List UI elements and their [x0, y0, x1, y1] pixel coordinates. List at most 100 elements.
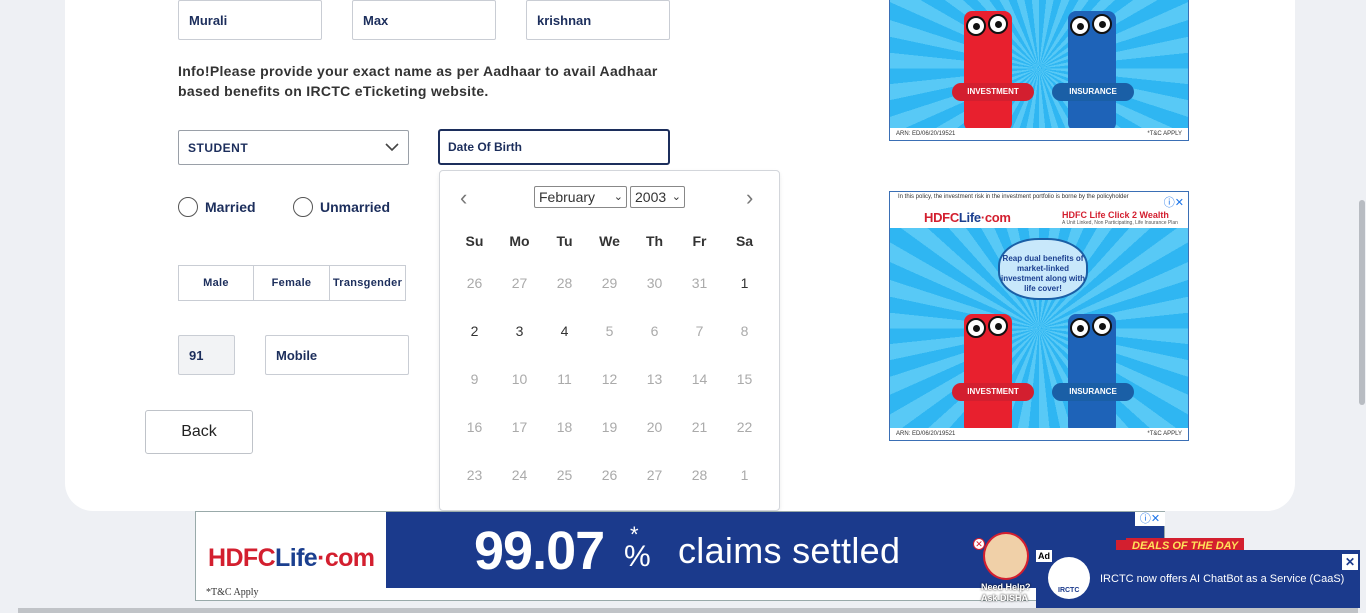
hdfc-side-ad-top[interactable]: INVESTMENT INSURANCE ARN: ED/06/20/19521…	[889, 0, 1189, 141]
weekday: We	[599, 233, 620, 249]
gender-toggle-group: Male Female Transgender	[178, 265, 406, 301]
day-cell: 26	[466, 275, 483, 291]
mascot-eye	[966, 16, 986, 36]
product-subtitle: A Unit Linked, Non Participating, Life I…	[1062, 220, 1178, 226]
hdfc-life-logo: HDFCLife·com	[924, 210, 1011, 225]
investment-pill: INVESTMENT	[952, 383, 1034, 401]
day-cell: 1	[740, 467, 749, 483]
mascot-eye	[966, 318, 986, 338]
weekday-header: Su Mo Tu We Th Fr Sa	[452, 233, 767, 249]
ad-tc: *T&C APPLY	[1147, 131, 1182, 137]
percent-sign: %	[624, 540, 651, 573]
day-cell: 14	[691, 371, 708, 387]
logo-part: ·com	[980, 210, 1011, 225]
adchoices-icon[interactable]: ⓘ✕	[1135, 512, 1165, 526]
day-cell: 17	[511, 419, 528, 435]
month-select[interactable]: February ⌄	[534, 186, 627, 208]
aadhaar-info-text: Info!Please provide your exact name as p…	[178, 63, 658, 99]
insurance-pill: INSURANCE	[1052, 383, 1134, 401]
weekday: Mo	[509, 233, 530, 249]
irctc-ad-message: IRCTC now offers AI ChatBot as a Service…	[1100, 573, 1345, 585]
day-cell[interactable]: 3	[497, 319, 542, 367]
radio-circle[interactable]	[178, 197, 198, 217]
day-cell[interactable]: 2	[452, 319, 497, 367]
vertical-scrollbar[interactable]	[1358, 0, 1366, 613]
chevron-down-icon	[385, 143, 399, 152]
irctc-caas-ad[interactable]: Ad ✕ IRCTC IRCTC now offers AI ChatBot a…	[1036, 550, 1360, 608]
mascot-eye	[988, 316, 1008, 336]
datepicker-popup: ‹ February ⌄ 2003 ⌄ › Su Mo Tu We Th Fr …	[439, 170, 780, 511]
day-grid: 26 27 28 29 30 31 1 2 3 4 5 6 7 8 9 10 1…	[452, 271, 767, 511]
insurance-pill: INSURANCE	[1052, 83, 1134, 101]
ad-disclaimer: In this policy, the investment risk in t…	[898, 194, 1129, 200]
irctc-logo-text: IRCTC	[1058, 587, 1080, 594]
logo-part: ·com	[317, 544, 375, 572]
day-cell: 20	[646, 419, 663, 435]
unmarried-radio[interactable]: Unmarried	[293, 197, 390, 217]
ad-tag: Ad	[1036, 550, 1052, 562]
married-label: Married	[205, 199, 256, 215]
weekday: Su	[465, 233, 484, 249]
day-cell: 8	[740, 323, 749, 339]
ad-header: In this policy, the investment risk in t…	[890, 192, 1188, 228]
day-cell: 19	[601, 419, 618, 435]
scrollbar-thumb[interactable]	[1359, 200, 1365, 405]
disha-avatar	[983, 532, 1029, 580]
day-cell[interactable]: 4	[542, 319, 587, 367]
day-cell: 27	[646, 467, 663, 483]
logo-part: HDFC	[924, 210, 959, 225]
ad-arn: ARN: ED/06/20/19521	[896, 431, 956, 437]
day-cell: 12	[601, 371, 618, 387]
day-cell: 31	[691, 275, 708, 291]
gender-transgender-button[interactable]: Transgender	[330, 265, 406, 301]
week-row: 2 3 4 5 6 7 8	[452, 319, 767, 367]
week-row: 16 17 18 19 20 21 22	[452, 415, 767, 463]
occupation-value: STUDENT	[188, 140, 249, 155]
mascot-eye	[1070, 318, 1090, 338]
day-cell: 23	[466, 467, 483, 483]
day-cell: 16	[466, 419, 483, 435]
hdfc-life-logo: HDFCLife·com	[208, 544, 375, 573]
mobile-field[interactable]: Mobile	[265, 335, 409, 375]
ad-tc: *T&C APPLY	[1147, 431, 1182, 437]
banner-tc: *T&C Apply	[206, 587, 259, 598]
mascot-eye	[1092, 14, 1112, 34]
disha-chatbot-launcher[interactable]: ✕ Need Help? Ask DISHA	[973, 530, 1039, 606]
adchoices-icon[interactable]: ⓘ✕	[1164, 194, 1184, 210]
radio-circle[interactable]	[293, 197, 313, 217]
country-code-field: 91	[178, 335, 235, 375]
year-select[interactable]: 2003 ⌄	[630, 186, 685, 208]
chevron-down-icon: ⌄	[613, 191, 623, 203]
date-of-birth-input[interactable]: Date Of Birth	[438, 129, 670, 165]
day-cell: 27	[511, 275, 528, 291]
year-value: 2003	[635, 189, 667, 205]
gender-male-button[interactable]: Male	[178, 265, 254, 301]
day-cell: 28	[556, 275, 573, 291]
first-name-field[interactable]: Murali	[178, 0, 322, 40]
gender-female-button[interactable]: Female	[254, 265, 330, 301]
disha-help-text: Need Help? Ask DISHA	[981, 582, 1031, 603]
week-row: 26 27 28 29 30 31 1	[452, 271, 767, 319]
ad-arn: ARN: ED/06/20/19521	[896, 131, 956, 137]
day-cell: 15	[736, 371, 753, 387]
occupation-select[interactable]: STUDENT	[178, 130, 409, 165]
week-row: 9 10 11 12 13 14 15	[452, 367, 767, 415]
prev-month-icon[interactable]: ‹	[460, 185, 467, 211]
close-icon[interactable]: ✕	[1342, 554, 1358, 570]
middle-name-field[interactable]: Max	[352, 0, 496, 40]
day-cell: 28	[691, 467, 708, 483]
weekday: Th	[645, 233, 664, 249]
day-cell: 26	[601, 467, 618, 483]
next-month-icon[interactable]: ›	[746, 185, 753, 211]
horizontal-scrollbar[interactable]	[18, 608, 1358, 613]
married-radio[interactable]: Married	[178, 197, 256, 217]
close-icon[interactable]: ✕	[973, 538, 985, 550]
chevron-down-icon: ⌄	[671, 191, 681, 203]
click2wealth-logo: HDFC Life Click 2 Wealth	[1062, 210, 1169, 220]
back-button[interactable]: Back	[145, 410, 253, 454]
day-cell[interactable]: 1	[722, 271, 767, 319]
last-name-field[interactable]: krishnan	[526, 0, 670, 40]
day-cell: 6	[650, 323, 659, 339]
month-value: February	[539, 189, 596, 205]
hdfc-side-ad-bottom[interactable]: In this policy, the investment risk in t…	[889, 191, 1189, 441]
